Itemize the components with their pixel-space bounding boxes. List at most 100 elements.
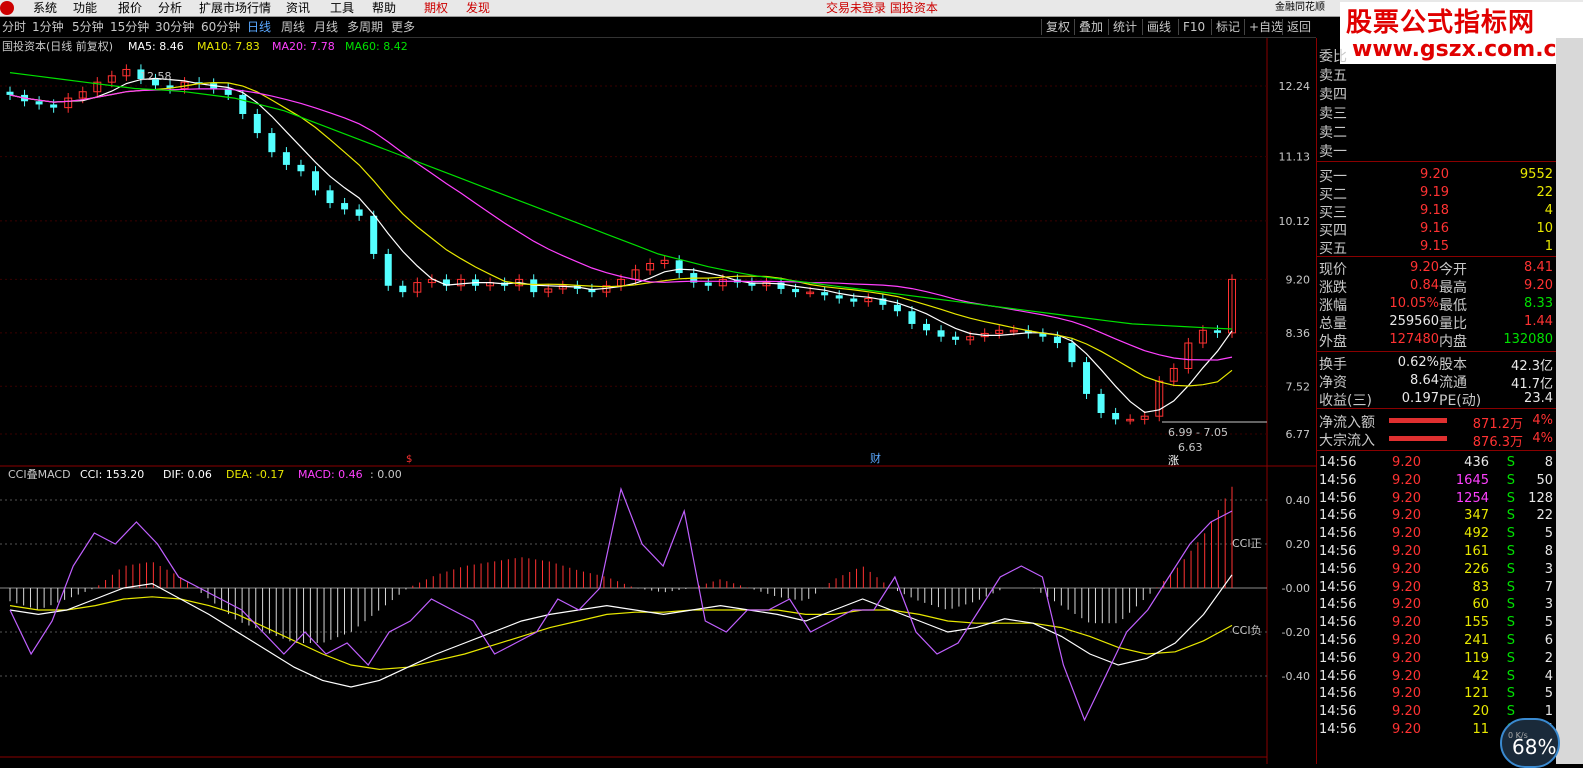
candle-body-down bbox=[282, 152, 290, 165]
tick-price: 9.20 bbox=[1392, 472, 1421, 488]
tool-add-watchlist-button[interactable]: +自选 bbox=[1244, 19, 1287, 35]
menu-item-help[interactable]: 帮助 bbox=[372, 0, 396, 16]
login-status-text: 交易未登录 国投资本 bbox=[826, 1, 938, 15]
quote-value: 8.41 bbox=[1524, 260, 1553, 275]
kline-chart[interactable]: 12.24 11.13 10.12 9.20 8.36 7.52 6.77 0.40 0.20… bbox=[0, 38, 1316, 764]
menu-item-quote[interactable]: 报价 bbox=[118, 0, 142, 16]
menu-item-function[interactable]: 功能 bbox=[73, 0, 97, 16]
period-tab-multi[interactable]: 多周期 bbox=[347, 20, 383, 35]
tool-f10-button[interactable]: F10 bbox=[1178, 19, 1209, 35]
tick-price: 9.20 bbox=[1392, 722, 1421, 737]
candle-body-down bbox=[6, 91, 14, 95]
event-marker[interactable]: $ bbox=[406, 454, 412, 465]
finance-marker[interactable]: 财 bbox=[870, 451, 881, 465]
menu-item-extended-market[interactable]: 扩展市场行情 bbox=[199, 0, 271, 16]
macd-value: MACD: 0.46 bbox=[298, 468, 363, 481]
period-tab-daily[interactable]: 日线 bbox=[247, 20, 271, 35]
quote-value: 0.84 bbox=[1410, 278, 1439, 293]
quote-label: 最高 bbox=[1439, 280, 1467, 296]
tool-draw-button[interactable]: 画线 bbox=[1142, 19, 1175, 35]
tick-time: 14:56 bbox=[1319, 508, 1357, 524]
tick-volume: 241 bbox=[1464, 633, 1489, 648]
bid-3-label: 买三 bbox=[1319, 205, 1347, 221]
candle-body-down bbox=[952, 336, 960, 340]
tick-side: S bbox=[1506, 668, 1515, 684]
tick-time: 14:56 bbox=[1319, 668, 1357, 684]
tick-side: S bbox=[1506, 633, 1515, 648]
bid-price: 9.20 bbox=[1420, 167, 1449, 182]
period-tab-more[interactable]: 更多 bbox=[391, 20, 415, 35]
range-label: 6.99 - 7.05 bbox=[1168, 426, 1228, 439]
app-name-text: 金融同花顺 bbox=[1275, 2, 1325, 13]
tick-time: 14:56 bbox=[1319, 561, 1357, 577]
price-axis-label: 9.20 bbox=[1286, 273, 1311, 286]
period-tab-15min[interactable]: 15分钟 bbox=[110, 20, 149, 35]
menu-item-system[interactable]: 系统 bbox=[33, 0, 57, 16]
tick-price: 9.20 bbox=[1392, 615, 1421, 631]
ma60-value: MA60: 8.42 bbox=[345, 40, 408, 53]
fundamental-value: 41.7亿 bbox=[1511, 377, 1553, 392]
menu-item-analysis[interactable]: 分析 bbox=[158, 0, 182, 16]
tool-overlay-button[interactable]: 叠加 bbox=[1074, 19, 1107, 35]
tick-side: S bbox=[1506, 544, 1515, 559]
period-tab-5min[interactable]: 5分钟 bbox=[72, 20, 104, 35]
menu-item-options[interactable]: 期权 bbox=[424, 0, 448, 16]
period-tab-monthly[interactable]: 月线 bbox=[314, 20, 338, 35]
period-tab-intraday[interactable]: 分时 bbox=[2, 20, 26, 35]
bid-volume: 4 bbox=[1544, 203, 1553, 218]
tick-side: S bbox=[1506, 561, 1515, 577]
quote-value: 259560 bbox=[1389, 314, 1439, 329]
quote-label: 涨幅 bbox=[1319, 298, 1347, 314]
tick-time: 14:56 bbox=[1319, 490, 1357, 506]
menu-item-tools[interactable]: 工具 bbox=[330, 0, 354, 16]
period-tab-1min[interactable]: 1分钟 bbox=[32, 20, 64, 35]
bid-price: 9.19 bbox=[1420, 185, 1449, 200]
ask-5-label: 卖五 bbox=[1319, 68, 1347, 84]
tick-count: 128 bbox=[1528, 490, 1553, 506]
tick-side: S bbox=[1506, 472, 1515, 488]
tick-side: S bbox=[1506, 597, 1515, 613]
tick-count: 5 bbox=[1544, 615, 1553, 631]
tool-back-button[interactable]: 返回 bbox=[1282, 19, 1315, 35]
side-toolbar[interactable] bbox=[1556, 38, 1583, 764]
fundamental-label: 净资 bbox=[1319, 375, 1347, 391]
menu-item-news[interactable]: 资讯 bbox=[286, 0, 310, 16]
quote-value: 8.33 bbox=[1524, 296, 1553, 311]
period-tab-weekly[interactable]: 周线 bbox=[281, 20, 305, 35]
tick-count: 7 bbox=[1544, 579, 1553, 595]
price-axis-label: 12.24 bbox=[1279, 80, 1311, 93]
price-axis-label: 7.52 bbox=[1286, 380, 1311, 393]
tick-price: 9.20 bbox=[1392, 508, 1421, 524]
fundamental-label: 流通 bbox=[1439, 375, 1467, 391]
high-price-label: 12.58 bbox=[140, 70, 172, 83]
quote-value: 10.05% bbox=[1389, 296, 1439, 311]
period-tab-30min[interactable]: 30分钟 bbox=[155, 20, 194, 35]
bid-volume: 9552 bbox=[1519, 167, 1553, 182]
tick-side: S bbox=[1506, 704, 1515, 720]
fundamental-value: 23.4 bbox=[1524, 391, 1553, 406]
tick-price: 9.20 bbox=[1392, 544, 1421, 559]
candle-body-down bbox=[35, 101, 43, 105]
candle-body-down bbox=[355, 209, 363, 216]
tool-stats-button[interactable]: 统计 bbox=[1108, 19, 1141, 35]
tick-side: S bbox=[1506, 526, 1515, 542]
tick-volume: 226 bbox=[1464, 561, 1489, 577]
candle-body-down bbox=[253, 113, 261, 134]
period-tab-60min[interactable]: 60分钟 bbox=[201, 20, 240, 35]
tick-volume: 1254 bbox=[1455, 490, 1489, 506]
tick-volume: 436 bbox=[1464, 455, 1489, 470]
quote-label: 现价 bbox=[1319, 262, 1347, 278]
indicator-axis-label: 0.40 bbox=[1286, 494, 1311, 507]
limit-up-marker[interactable]: 涨 bbox=[1168, 454, 1179, 467]
tool-mark-button[interactable]: 标记 bbox=[1211, 19, 1244, 35]
bid-price: 9.18 bbox=[1420, 203, 1449, 218]
tick-time: 14:56 bbox=[1319, 615, 1357, 631]
menu-item-discover[interactable]: 发现 bbox=[466, 0, 490, 16]
candle-body-down bbox=[399, 285, 407, 293]
tick-count: 6 bbox=[1544, 633, 1553, 648]
candle-body-down bbox=[893, 304, 901, 312]
tool-adjust-button[interactable]: 复权 bbox=[1041, 19, 1074, 35]
quote-value: 1.44 bbox=[1524, 314, 1553, 329]
tick-count: 2 bbox=[1544, 650, 1553, 666]
candle-body-down bbox=[908, 311, 916, 324]
